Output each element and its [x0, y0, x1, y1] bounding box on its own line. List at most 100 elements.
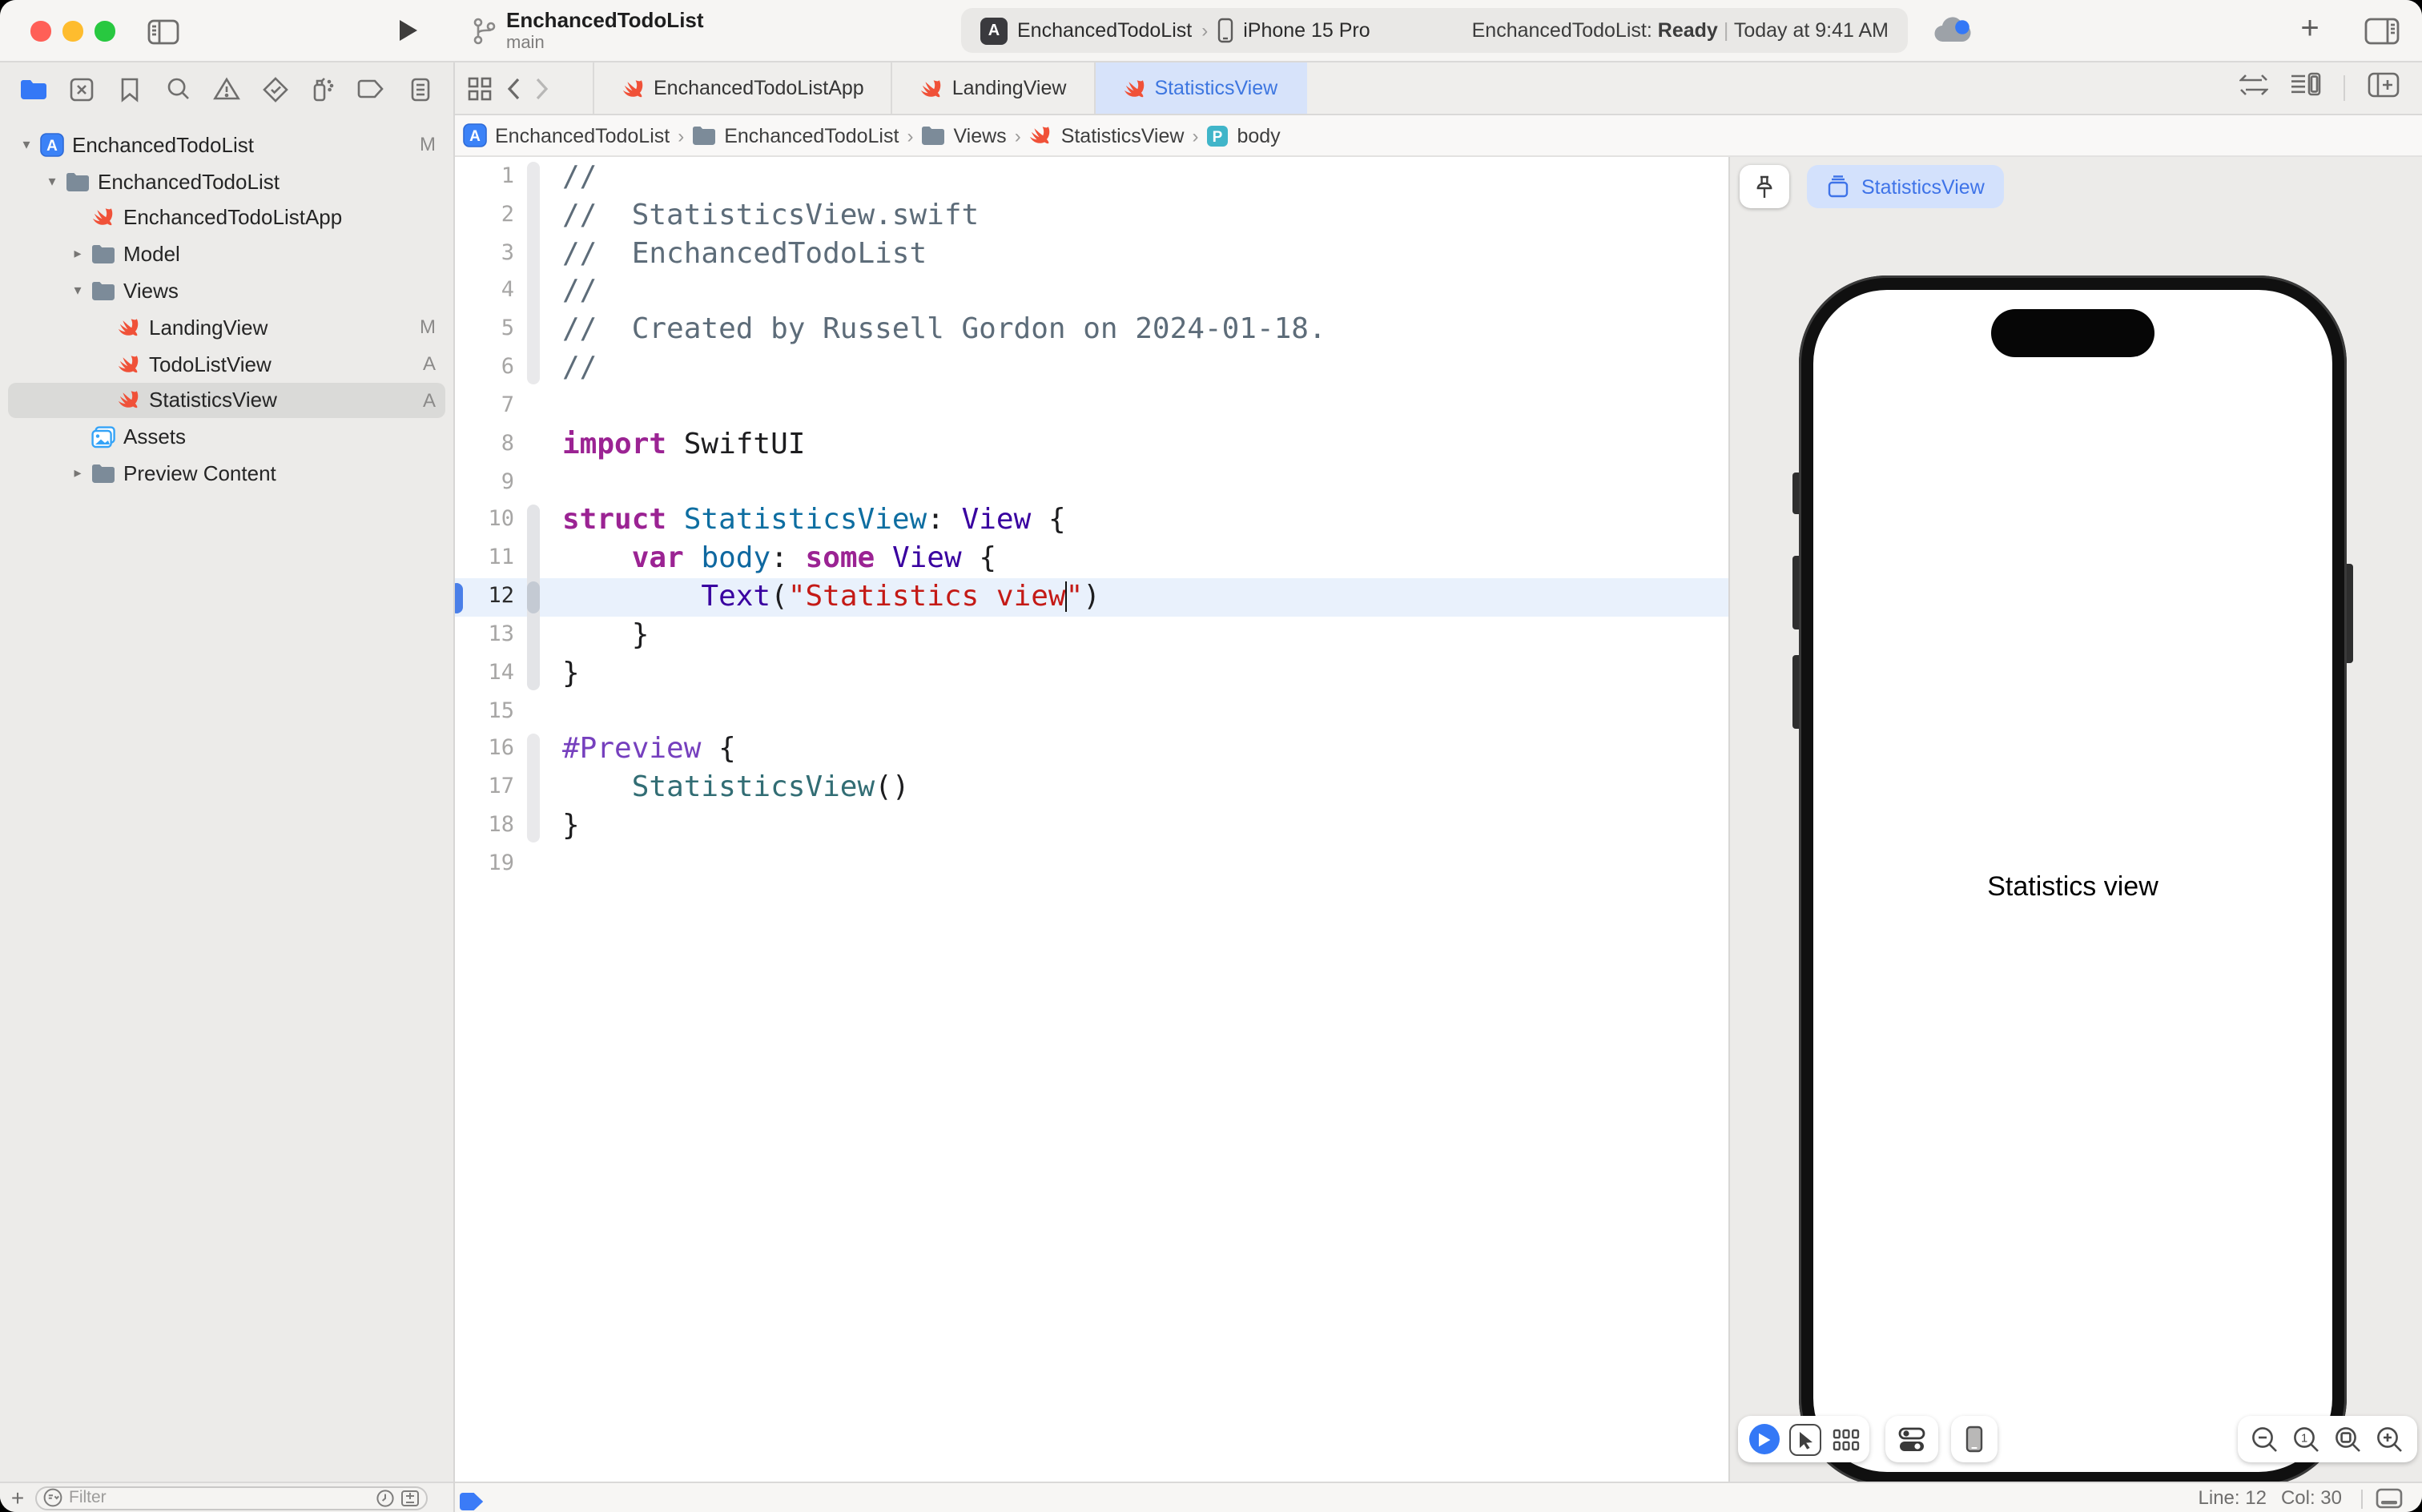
go-forward-icon[interactable] — [535, 76, 549, 100]
breadcrumb-item-body[interactable]: Pbody — [1206, 124, 1280, 147]
code-text: StatisticsView() — [562, 770, 910, 808]
code-line[interactable]: 7 — [455, 388, 1728, 426]
canvas-toggle-icon[interactable] — [2376, 1488, 2403, 1512]
breadcrumb-item-enchancedtodolist[interactable]: AEnchancedTodoList — [463, 123, 670, 147]
tree-row-landingview[interactable]: LandingViewM — [0, 309, 453, 346]
preview-target-pill[interactable]: StatisticsView — [1807, 165, 2004, 208]
svg-text:A: A — [469, 128, 481, 145]
scheme-selector[interactable]: A EnchancedTodoList › iPhone 15 Pro Ench… — [961, 8, 1908, 53]
bookmarks-navigator-icon[interactable] — [115, 73, 147, 105]
pin-preview-button[interactable] — [1740, 165, 1789, 208]
tree-row-todolistview[interactable]: TodoListViewA — [0, 346, 453, 383]
breadcrumb-item-statisticsview[interactable]: StatisticsView — [1029, 123, 1185, 147]
run-destination[interactable]: iPhone 15 Pro — [1243, 19, 1370, 42]
tree-row-statisticsview[interactable]: StatisticsView A — [0, 382, 453, 419]
disclosure-icon[interactable]: ▸ — [66, 246, 90, 263]
tree-row-enchancedtodolist[interactable]: ▾AEnchancedTodoListM — [0, 127, 453, 163]
reports-navigator-icon[interactable] — [404, 73, 436, 105]
tree-row-views[interactable]: ▾Views — [0, 272, 453, 309]
scheme-name[interactable]: EnchancedTodoList — [1017, 19, 1192, 42]
inspector-toggle-icon[interactable] — [2364, 18, 2400, 53]
minimize-window-button[interactable] — [62, 21, 82, 41]
tree-row-label: Preview Content — [123, 461, 436, 485]
code-line[interactable]: 2// StatisticsView.swift — [455, 197, 1728, 235]
code-line[interactable]: 11 var body: some View { — [455, 541, 1728, 579]
new-tab-button[interactable]: + — [2294, 11, 2326, 48]
tree-row-label: StatisticsView — [149, 388, 413, 412]
code-line[interactable]: 5// Created by Russell Gordon on 2024-01… — [455, 312, 1728, 350]
line-number: 2 — [455, 197, 514, 235]
code-line[interactable]: 6// — [455, 349, 1728, 388]
code-line[interactable]: 8import SwiftUI — [455, 426, 1728, 464]
code-line[interactable]: 18} — [455, 807, 1728, 846]
issues-navigator-icon[interactable] — [211, 73, 243, 105]
zoom-actual-button[interactable]: 1 — [2292, 1425, 2321, 1454]
filter-field[interactable] — [35, 1486, 428, 1510]
filter-input[interactable] — [69, 1488, 370, 1507]
breadcrumb-separator: › — [1015, 124, 1021, 147]
code-line[interactable]: 15 — [455, 693, 1728, 731]
breakpoints-navigator-icon[interactable] — [356, 73, 388, 105]
add-editor-icon[interactable] — [2368, 71, 2400, 105]
find-navigator-icon[interactable] — [163, 73, 195, 105]
sidebar-toggle-icon[interactable] — [147, 19, 179, 53]
code-line[interactable]: 9 — [455, 464, 1728, 502]
orientation-button[interactable] — [1965, 1426, 1983, 1453]
line-number: 15 — [455, 693, 514, 731]
tests-navigator-icon[interactable] — [259, 73, 291, 105]
disclosure-icon[interactable]: ▾ — [14, 136, 38, 154]
go-back-icon[interactable] — [506, 76, 521, 100]
tree-row-preview-content[interactable]: ▸ Preview Content — [0, 455, 453, 492]
project-navigator-icon[interactable] — [18, 73, 50, 105]
source-control-status-badge: M — [420, 316, 436, 339]
run-button[interactable] — [397, 18, 420, 51]
zoom-out-button[interactable] — [2251, 1425, 2279, 1454]
breadcrumb-item-enchancedtodolist[interactable]: EnchancedTodoList — [692, 124, 899, 147]
selectable-mode-button[interactable] — [1789, 1423, 1821, 1455]
tab-landingview[interactable]: LandingView — [893, 62, 1096, 114]
code-line[interactable]: 14} — [455, 655, 1728, 694]
tab-statisticsview[interactable]: StatisticsView — [1095, 62, 1306, 114]
code-text: Text("Statistics view") — [562, 578, 1100, 617]
tree-row-model[interactable]: ▸Model — [0, 236, 453, 273]
tree-row-enchancedtodolist[interactable]: ▾ EnchancedTodoList — [0, 163, 453, 200]
cloud-sync-icon[interactable] — [1932, 16, 1973, 54]
disclosure-icon[interactable]: ▾ — [40, 172, 64, 190]
code-line[interactable]: 3// EnchancedTodoList — [455, 235, 1728, 273]
zoom-window-button[interactable] — [95, 21, 115, 41]
source-control-navigator-icon[interactable] — [66, 73, 98, 105]
source-control-status-badge: A — [423, 389, 436, 412]
device-settings-button[interactable] — [1898, 1426, 1925, 1452]
tab-enchancedtodolistapp[interactable]: EnchancedTodoListApp — [593, 62, 893, 114]
zoom-in-button[interactable] — [2376, 1425, 2404, 1454]
code-review-icon[interactable] — [2239, 73, 2268, 103]
debug-navigator-icon[interactable] — [308, 73, 340, 105]
zoom-fit-button[interactable] — [2334, 1425, 2363, 1454]
source-editor[interactable]: 1//2// StatisticsView.swift3// Enchanced… — [455, 157, 1728, 1482]
preview-screen[interactable]: Statistics view — [1813, 290, 2332, 1472]
breakpoint-indicator[interactable] — [460, 1490, 484, 1512]
code-line[interactable]: 19 — [455, 846, 1728, 884]
close-window-button[interactable] — [30, 21, 50, 41]
code-line[interactable]: 17 StatisticsView() — [455, 770, 1728, 808]
variants-mode-button[interactable] — [1832, 1428, 1859, 1450]
live-preview-button[interactable] — [1748, 1424, 1779, 1454]
disclosure-icon[interactable]: ▾ — [66, 282, 90, 300]
tree-row-label: EnchancedTodoList — [98, 169, 436, 193]
editor-options-icon[interactable] — [2291, 72, 2321, 104]
code-line[interactable]: 16#Preview { — [455, 731, 1728, 770]
related-items-icon[interactable] — [468, 76, 492, 100]
recent-files-icon[interactable] — [376, 1489, 394, 1506]
code-line[interactable]: 13 } — [455, 617, 1728, 655]
breadcrumb-item-views[interactable]: Views — [921, 124, 1006, 147]
tree-row-enchancedtodolistapp[interactable]: EnchancedTodoListApp — [0, 199, 453, 236]
code-line[interactable]: 1// — [455, 159, 1728, 197]
code-line[interactable]: 12 Text("Statistics view") — [455, 578, 1728, 617]
code-line[interactable]: 10struct StatisticsView: View { — [455, 502, 1728, 541]
flags-filter-icon[interactable] — [400, 1489, 420, 1506]
disclosure-icon[interactable]: ▸ — [66, 464, 90, 482]
tree-row-assets[interactable]: Assets — [0, 419, 453, 456]
code-line[interactable]: 4// — [455, 273, 1728, 312]
add-file-button[interactable]: + — [0, 1485, 35, 1510]
breadcrumb-label: EnchancedTodoList — [724, 124, 899, 147]
